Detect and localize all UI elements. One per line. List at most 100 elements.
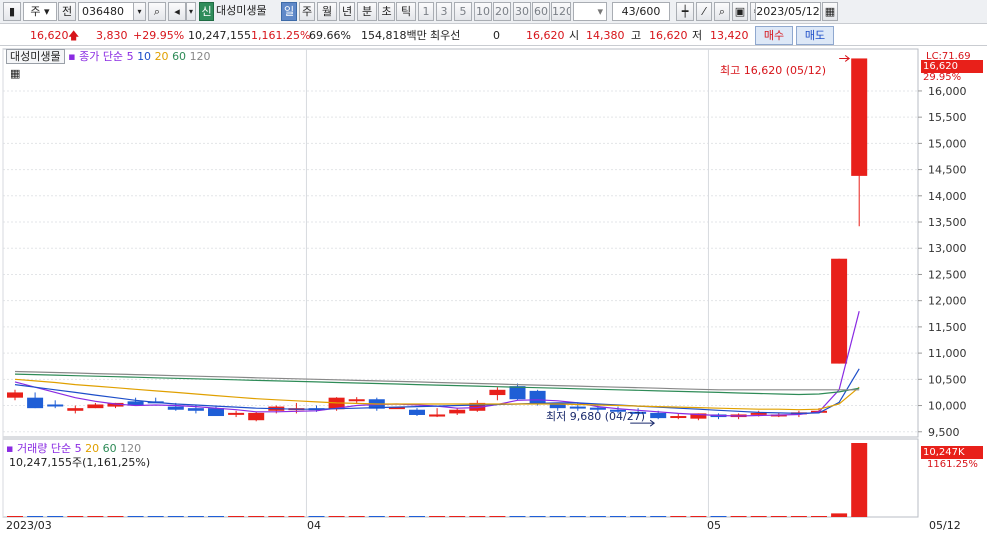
interval-10-button[interactable]: 10 bbox=[474, 2, 492, 21]
y-axis-tick: 15,500 bbox=[928, 111, 967, 124]
volume-bar bbox=[750, 516, 767, 517]
volume-bar bbox=[630, 516, 647, 517]
interval-3-button[interactable]: 3 bbox=[436, 2, 452, 21]
ma-legend-label: 종가 단순 bbox=[79, 50, 124, 63]
y-axis-tick: 16,000 bbox=[928, 85, 967, 98]
trend-line-icon[interactable]: ⁄ bbox=[696, 2, 712, 21]
scope-button[interactable]: 전 bbox=[58, 2, 76, 21]
volume-bar bbox=[388, 516, 405, 517]
volume-bar bbox=[288, 516, 305, 517]
date-input[interactable]: 2023/05/12 bbox=[755, 2, 821, 21]
candle-body bbox=[409, 409, 425, 415]
speaker-icon[interactable]: ◂ bbox=[168, 2, 186, 21]
interval-60-button[interactable]: 60 bbox=[532, 2, 550, 21]
window-menu-icon[interactable]: ▮ bbox=[3, 2, 21, 21]
price-info-bar: 16,620 🡅 3,830 +29.95% 10,247,155 1,161.… bbox=[0, 25, 987, 46]
chart-toolbar: ▮ 주 ▾ 전 036480 ▾ ⌕ ◂ ▾ 신 대성미생물 일 주 월 년 분… bbox=[0, 0, 987, 24]
period-tick-tab[interactable]: 틱 bbox=[396, 2, 416, 21]
high-annotation: 최고 16,620 (05/12) bbox=[720, 64, 827, 77]
interval-5-button[interactable]: 5 bbox=[454, 2, 472, 21]
period-week-tab[interactable]: 주 bbox=[299, 2, 315, 21]
high-price: 16,620 bbox=[649, 29, 688, 42]
candle-body bbox=[67, 408, 84, 411]
custom-interval-select[interactable]: ▾ bbox=[573, 2, 607, 21]
candle-body bbox=[549, 404, 566, 409]
volume-bar bbox=[790, 516, 807, 517]
best-quote-price: 16,620 bbox=[526, 29, 565, 42]
volume-bar bbox=[167, 516, 184, 517]
volume-ma-label: 단순 bbox=[50, 442, 72, 455]
volume-bar bbox=[147, 516, 164, 517]
volume-bar bbox=[127, 516, 144, 517]
y-axis-tick: 13,500 bbox=[928, 216, 967, 229]
price-change-pct: +29.95% bbox=[133, 29, 185, 42]
candle-body bbox=[187, 408, 204, 411]
x-label-march: 2023/03 bbox=[6, 519, 52, 532]
volume-bar bbox=[549, 516, 566, 517]
y-axis-tick: 15,000 bbox=[928, 137, 967, 150]
price-panel-legend: 대성미생물 ▪ 종가 단순 5 10 20 60 120 bbox=[6, 49, 211, 64]
volume-bar bbox=[569, 516, 586, 517]
search-icon[interactable]: ⌕ bbox=[148, 2, 166, 21]
ma5-legend: 5 bbox=[126, 50, 134, 63]
interval-120-button[interactable]: 120 bbox=[551, 2, 571, 21]
volume-panel-legend: ▪ 거래량 단순 5 20 60 120 bbox=[6, 442, 141, 456]
volume-bar bbox=[489, 516, 506, 517]
high-arrow bbox=[839, 55, 851, 62]
volume-bar bbox=[208, 516, 224, 517]
chart-type-icon[interactable]: ┿ bbox=[676, 2, 694, 21]
volume-bar bbox=[529, 516, 546, 517]
interval-1-button[interactable]: 1 bbox=[418, 2, 434, 21]
grid-table-icon[interactable]: ▦ bbox=[10, 67, 20, 81]
period-minute-tab[interactable]: 분 bbox=[357, 2, 377, 21]
date-value: 2023/05/12 bbox=[756, 5, 820, 18]
y-axis-tick: 11,000 bbox=[928, 347, 967, 360]
ma120-legend: 120 bbox=[189, 50, 211, 63]
volume-legend-dot: ▪ bbox=[6, 442, 14, 455]
volume-bar bbox=[7, 516, 23, 517]
candle-body bbox=[87, 404, 104, 409]
y-axis-tick: 12,500 bbox=[928, 268, 967, 281]
candle-body bbox=[489, 389, 506, 396]
y-axis-tick: 14,500 bbox=[928, 164, 967, 177]
high-label: 고 bbox=[631, 29, 642, 42]
period-second-tab[interactable]: 초 bbox=[378, 2, 395, 21]
candle-body bbox=[47, 404, 64, 407]
buy-button[interactable]: 매수 bbox=[755, 26, 793, 45]
market-select[interactable]: 주 ▾ bbox=[23, 2, 57, 21]
volume-bar bbox=[469, 516, 486, 517]
x-label-right: 05/12 bbox=[929, 519, 961, 532]
interval-30-button[interactable]: 30 bbox=[513, 2, 531, 21]
candle-body bbox=[750, 412, 767, 415]
speaker-dropdown-icon[interactable]: ▾ bbox=[186, 2, 196, 21]
candle-body bbox=[27, 397, 44, 409]
volume-bar bbox=[409, 516, 425, 517]
period-year-tab[interactable]: 년 bbox=[339, 2, 355, 21]
open-price: 14,380 bbox=[586, 29, 625, 42]
code-dropdown-icon[interactable]: ▾ bbox=[133, 2, 146, 21]
sell-button[interactable]: 매도 bbox=[796, 26, 834, 45]
period-month-tab[interactable]: 월 bbox=[317, 2, 337, 21]
zoom-icon[interactable]: ⌕ bbox=[714, 2, 730, 21]
candle-body bbox=[509, 386, 526, 400]
volume-bar bbox=[248, 516, 265, 517]
open-label: 시 bbox=[569, 29, 580, 42]
calendar-icon[interactable]: ▦ bbox=[822, 2, 838, 21]
display-count-input[interactable]: 43/600 bbox=[612, 2, 670, 21]
y-axis-tick: 13,000 bbox=[928, 242, 967, 255]
interval-20-button[interactable]: 20 bbox=[493, 2, 511, 21]
volume-bar bbox=[47, 516, 64, 517]
volume-bar bbox=[770, 516, 787, 517]
save-icon[interactable]: ▣ bbox=[732, 2, 748, 21]
volume-bar bbox=[187, 516, 204, 517]
candle-body bbox=[670, 416, 687, 419]
candle-body bbox=[831, 258, 848, 364]
volume-bar bbox=[610, 516, 626, 517]
volume-bar bbox=[228, 516, 245, 517]
volume-bar bbox=[589, 516, 606, 517]
volume-pct: 1,161.25% bbox=[251, 29, 311, 42]
period-day-tab[interactable]: 일 bbox=[281, 2, 297, 21]
chart-area[interactable]: 16,000 15,500 15,000 14,500 14,000 13,500 13,0… bbox=[0, 47, 987, 536]
ma10-legend: 10 bbox=[137, 50, 152, 63]
price-panel-name-tag[interactable]: 대성미생물 bbox=[6, 49, 65, 64]
